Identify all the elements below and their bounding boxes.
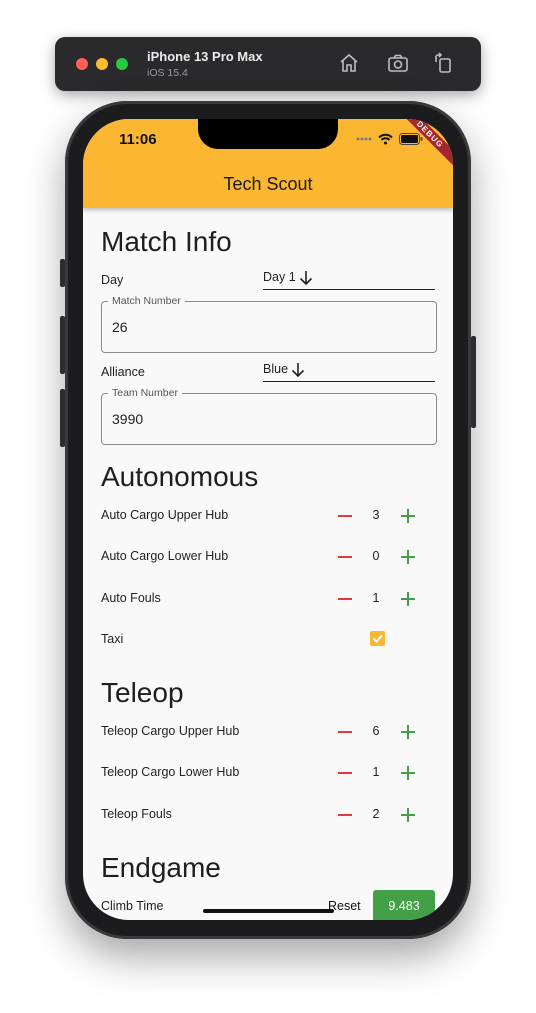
arrow-down-icon <box>291 363 305 378</box>
iphone-frame: 11:06 DEBUG Tech Scout Match Info Day Da… <box>60 101 476 939</box>
increment-button[interactable] <box>401 808 415 822</box>
teleop-cargo-lower-label: Teleop Cargo Lower Hub <box>101 765 240 779</box>
checkmark-icon <box>372 634 383 643</box>
home-icon[interactable] <box>337 51 361 75</box>
day-value: Day 1 <box>263 270 296 284</box>
day-dropdown[interactable]: Day 1 <box>263 267 435 290</box>
team-number-label: Team Number <box>108 387 182 399</box>
teleop-cargo-lower-count: 1 <box>372 765 380 779</box>
decrement-button[interactable] <box>338 772 352 774</box>
notch <box>198 119 338 149</box>
teleop-fouls-label: Teleop Fouls <box>101 807 172 821</box>
close-window-button[interactable] <box>76 58 88 70</box>
teleop-cargo-upper-count: 6 <box>372 724 380 738</box>
simulator-device-name: iPhone 13 Pro Max <box>147 49 263 64</box>
increment-button[interactable] <box>401 592 415 606</box>
increment-button[interactable] <box>401 550 415 564</box>
auto-cargo-upper-count: 3 <box>372 508 380 522</box>
minimize-window-button[interactable] <box>96 58 108 70</box>
auto-cargo-lower-count: 0 <box>372 549 380 563</box>
autonomous-heading: Autonomous <box>101 461 259 492</box>
volume-up-button <box>60 316 65 374</box>
auto-cargo-upper-label: Auto Cargo Upper Hub <box>101 508 229 522</box>
simulator-os-version: iOS 15.4 <box>147 67 188 79</box>
teleop-heading: Teleop <box>101 677 184 708</box>
volume-down-button <box>60 389 65 447</box>
status-icons <box>356 133 423 145</box>
app-title: Tech Scout <box>223 174 313 194</box>
mute-switch <box>60 259 65 287</box>
teleop-cargo-upper-label: Teleop Cargo Upper Hub <box>101 724 240 738</box>
match-number-field[interactable]: Match Number 26 <box>101 295 437 353</box>
climb-time-label: Climb Time <box>101 899 164 913</box>
increment-button[interactable] <box>401 725 415 739</box>
zoom-window-button[interactable] <box>116 58 128 70</box>
auto-fouls-count: 1 <box>372 591 380 605</box>
taxi-label: Taxi <box>101 632 124 646</box>
alliance-value: Blue <box>263 362 289 376</box>
alliance-dropdown[interactable]: Blue <box>263 359 435 382</box>
team-number-value: 3990 <box>112 411 144 427</box>
endgame-heading: Endgame <box>101 852 221 883</box>
device-screen: 11:06 DEBUG Tech Scout Match Info Day Da… <box>83 119 453 920</box>
decrement-button[interactable] <box>338 814 352 816</box>
rotate-icon[interactable] <box>431 51 455 75</box>
decrement-button[interactable] <box>338 515 352 517</box>
arrow-down-icon <box>299 271 313 286</box>
cellular-icon <box>356 137 372 141</box>
wifi-icon <box>378 133 393 145</box>
status-time: 11:06 <box>119 131 157 148</box>
climb-timer-button[interactable]: 9.483 <box>373 890 435 920</box>
simulator-toolbar: iPhone 13 Pro Max iOS 15.4 <box>55 37 481 91</box>
decrement-button[interactable] <box>338 556 352 558</box>
teleop-fouls-count: 2 <box>372 807 380 821</box>
home-indicator[interactable] <box>203 909 334 913</box>
increment-button[interactable] <box>401 509 415 523</box>
auto-cargo-lower-label: Auto Cargo Lower Hub <box>101 549 229 563</box>
increment-button[interactable] <box>401 766 415 780</box>
match-info-heading: Match Info <box>101 226 232 257</box>
day-label: Day <box>101 273 124 287</box>
power-button <box>471 336 476 428</box>
taxi-checkbox[interactable] <box>370 631 385 646</box>
match-number-label: Match Number <box>108 295 185 307</box>
screenshot-icon[interactable] <box>386 51 410 75</box>
decrement-button[interactable] <box>338 731 352 733</box>
team-number-field[interactable]: Team Number 3990 <box>101 387 437 445</box>
decrement-button[interactable] <box>338 598 352 600</box>
battery-icon <box>399 133 423 145</box>
match-number-value: 26 <box>112 319 128 335</box>
alliance-label: Alliance <box>101 365 145 379</box>
auto-fouls-label: Auto Fouls <box>101 591 161 605</box>
